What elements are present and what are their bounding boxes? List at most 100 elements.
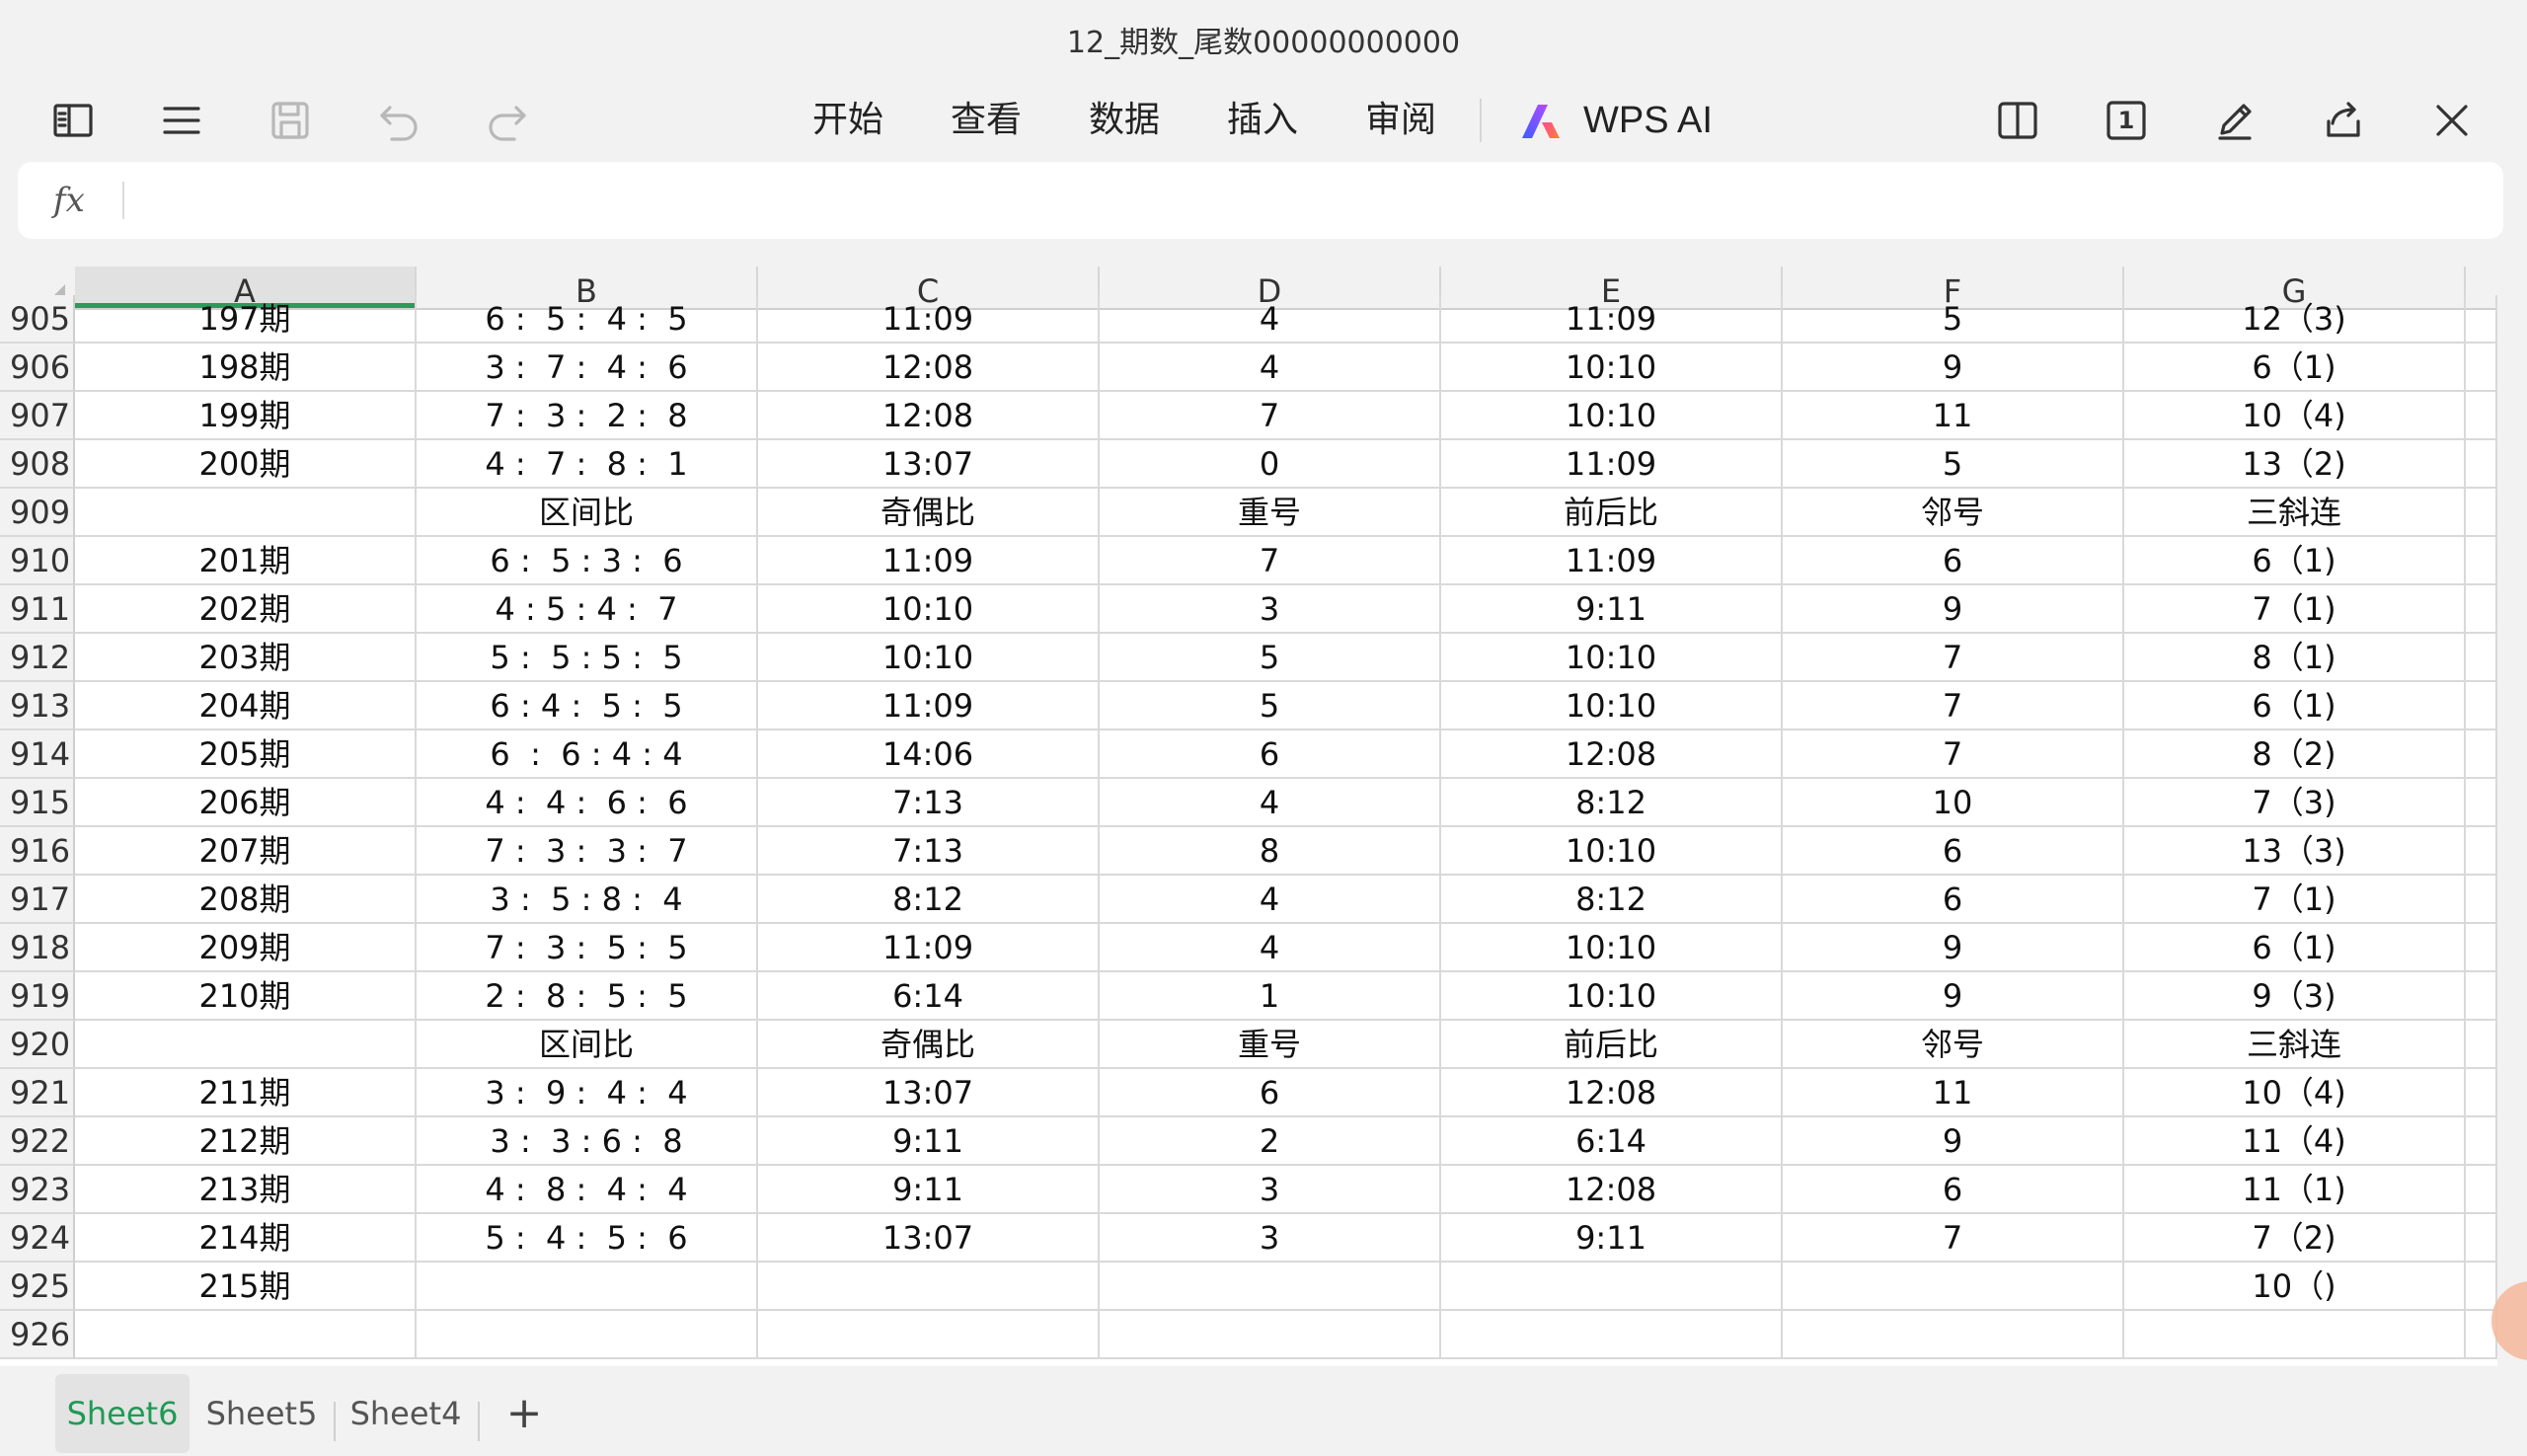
row-header[interactable]: 924 [0,1214,75,1263]
cell-c[interactable]: 奇偶比 [758,1021,1100,1069]
cell-g[interactable]: 13（3) [2124,827,2466,876]
cell-e[interactable]: 12:08 [1441,1069,1783,1117]
cell-filler[interactable] [2466,1214,2497,1263]
cell-f[interactable]: 9 [1783,344,2124,392]
cell-a[interactable]: 198期 [75,344,417,392]
row-header[interactable]: 918 [0,924,75,972]
cell-b[interactable]: 区间比 [417,1021,758,1069]
cell-c[interactable]: 10:10 [758,634,1100,682]
cell-d[interactable]: 4 [1100,344,1441,392]
cell-g[interactable]: 8（2) [2124,730,2466,779]
cell-f[interactable]: 9 [1783,585,2124,634]
row-header[interactable]: 916 [0,827,75,876]
cell-g[interactable]: 11（4) [2124,1117,2466,1166]
cell-g[interactable]: 7（3) [2124,779,2466,827]
sheet-tab-sheet4[interactable]: Sheet4 [342,1374,470,1453]
cell-g[interactable]: 10（4) [2124,392,2466,440]
cell-b[interactable]: 7 : 3 : 3 : 7 [417,827,758,876]
menu-data[interactable]: 数据 [1070,81,1179,160]
cell-filler[interactable] [2466,344,2497,392]
cell-b[interactable]: 2 : 8 : 5 : 5 [417,972,758,1021]
cell-d[interactable]: 3 [1100,1166,1441,1214]
menu-insert[interactable]: 插入 [1208,81,1317,160]
cell-d[interactable]: 0 [1100,440,1441,489]
cell-filler[interactable] [2466,489,2497,537]
menu-review[interactable]: 审阅 [1346,81,1455,160]
cell-e[interactable]: 10:10 [1441,972,1783,1021]
cell-a[interactable]: 204期 [75,682,417,730]
cell-f[interactable]: 9 [1783,972,2124,1021]
cell-d[interactable]: 4 [1100,876,1441,924]
cell-e[interactable]: 11:09 [1441,295,1783,344]
cell-f[interactable]: 6 [1783,876,2124,924]
cell-filler[interactable] [2466,634,2497,682]
cell-e[interactable] [1441,1311,1783,1359]
cell-g[interactable]: 11（1) [2124,1166,2466,1214]
cell-d[interactable]: 3 [1100,1214,1441,1263]
cell-d[interactable]: 2 [1100,1117,1441,1166]
cell-b[interactable] [417,1311,758,1359]
cell-c[interactable]: 13:07 [758,1214,1100,1263]
cell-d[interactable]: 4 [1100,779,1441,827]
cell-g[interactable]: 6（1) [2124,924,2466,972]
cell-b[interactable]: 7 : 3 : 2 : 8 [417,392,758,440]
cell-b[interactable]: 3 : 7 : 4 : 6 [417,344,758,392]
cell-c[interactable]: 奇偶比 [758,489,1100,537]
cell-filler[interactable] [2466,730,2497,779]
row-header[interactable]: 907 [0,392,75,440]
cell-c[interactable] [758,1311,1100,1359]
row-header[interactable]: 917 [0,876,75,924]
menu-icon[interactable] [142,81,221,160]
cell-g[interactable]: 8（1) [2124,634,2466,682]
cell-filler[interactable] [2466,972,2497,1021]
cell-b[interactable]: 6 : 5 : 4 : 5 [417,295,758,344]
cell-c[interactable]: 11:09 [758,537,1100,585]
row-header[interactable]: 913 [0,682,75,730]
cell-g[interactable]: 6（1) [2124,344,2466,392]
cell-b[interactable]: 3 : 5 : 8 : 4 [417,876,758,924]
cell-filler[interactable] [2466,440,2497,489]
cell-e[interactable]: 10:10 [1441,827,1783,876]
cell-f[interactable]: 7 [1783,1214,2124,1263]
cell-c[interactable]: 11:09 [758,295,1100,344]
cell-d[interactable] [1100,1263,1441,1311]
cell-c[interactable]: 14:06 [758,730,1100,779]
cell-filler[interactable] [2466,1069,2497,1117]
cell-a[interactable]: 202期 [75,585,417,634]
spreadsheet-grid[interactable]: A B C D E F G 905 197期 6 : 5 : 4 : 5 11:09 4… [0,267,2497,1366]
cell-f[interactable]: 5 [1783,440,2124,489]
sheet-tab-sheet6[interactable]: Sheet6 [55,1374,190,1453]
cell-d[interactable]: 重号 [1100,1021,1441,1069]
cell-b[interactable]: 5 : 5 : 5 : 5 [417,634,758,682]
cell-e[interactable]: 10:10 [1441,392,1783,440]
cell-b[interactable] [417,1263,758,1311]
cell-f[interactable]: 6 [1783,827,2124,876]
cell-g[interactable]: 10（4) [2124,1069,2466,1117]
cell-a[interactable]: 209期 [75,924,417,972]
cell-e[interactable]: 9:11 [1441,585,1783,634]
cell-filler[interactable] [2466,392,2497,440]
cell-d[interactable]: 7 [1100,392,1441,440]
cell-filler[interactable] [2466,295,2497,344]
cell-filler[interactable] [2466,585,2497,634]
cell-g[interactable]: 12（3) [2124,295,2466,344]
cell-filler[interactable] [2466,779,2497,827]
cell-filler[interactable] [2466,1117,2497,1166]
sheet-tab-sheet5[interactable]: Sheet5 [197,1374,326,1453]
wps-ai-button[interactable]: WPS AI [1518,81,1713,160]
cell-d[interactable]: 7 [1100,537,1441,585]
cell-e[interactable]: 10:10 [1441,634,1783,682]
cell-d[interactable]: 5 [1100,682,1441,730]
cell-a[interactable] [75,489,417,537]
cell-g[interactable]: 9（3) [2124,972,2466,1021]
cell-f[interactable] [1783,1311,2124,1359]
cell-f[interactable]: 7 [1783,682,2124,730]
cell-a[interactable]: 203期 [75,634,417,682]
cell-a[interactable]: 199期 [75,392,417,440]
cell-c[interactable]: 7:13 [758,827,1100,876]
row-header[interactable]: 921 [0,1069,75,1117]
cell-a[interactable]: 207期 [75,827,417,876]
cell-a[interactable]: 201期 [75,537,417,585]
row-header[interactable]: 906 [0,344,75,392]
cell-g[interactable]: 7（1) [2124,876,2466,924]
